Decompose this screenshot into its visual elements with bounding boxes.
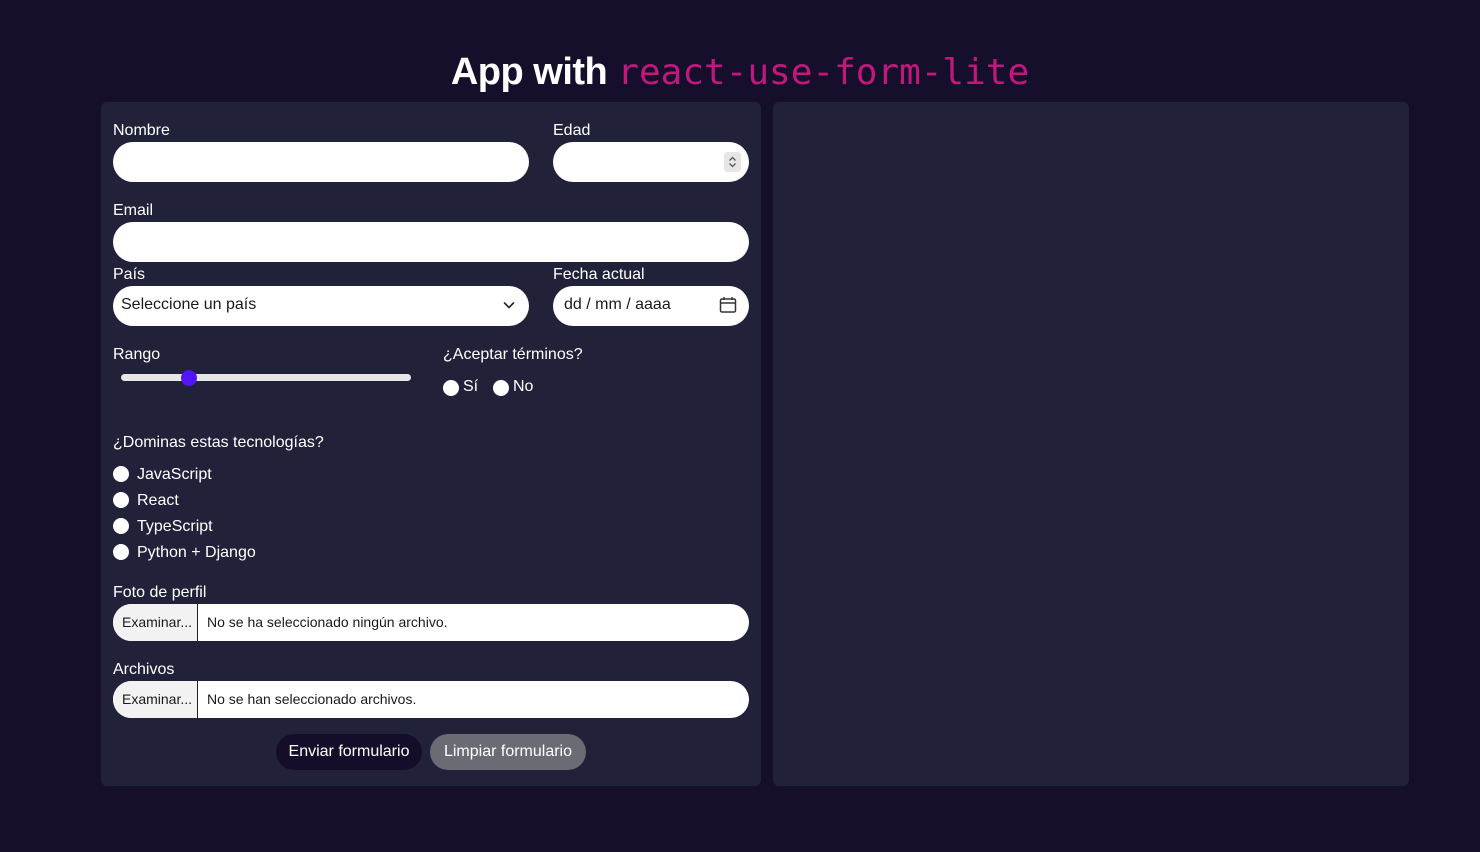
archivos-label: Archivos — [113, 661, 175, 678]
edad-input[interactable] — [553, 142, 749, 182]
foto-browse-button[interactable]: Examinar... — [113, 604, 198, 641]
chevron-down-icon — [503, 302, 515, 309]
archivos-browse-button[interactable]: Examinar... — [113, 681, 198, 718]
terminos-si-label: Sí — [463, 378, 479, 395]
archivos-file-status: No se han seleccionado archivos. — [207, 691, 417, 707]
archivos-file-input[interactable]: Examinar... No se han seleccionado archi… — [113, 681, 749, 718]
tech-typescript-label: TypeScript — [137, 518, 213, 535]
nombre-input[interactable] — [113, 142, 529, 182]
pais-select[interactable]: Seleccione un país — [113, 286, 529, 326]
foto-file-status: No se ha seleccionado ningún archivo. — [207, 614, 448, 630]
tech-react-label: React — [137, 492, 179, 509]
number-spinner[interactable] — [724, 152, 741, 172]
tech-python-django-label: Python + Django — [137, 544, 256, 561]
fecha-input[interactable]: dd / mm / aaaa — [553, 286, 749, 326]
page-title-code: react-use-form-lite — [617, 52, 1030, 93]
tech-javascript-checkbox[interactable] — [113, 466, 129, 482]
terminos-no-label: No — [513, 378, 534, 395]
reset-button[interactable]: Limpiar formulario — [430, 734, 586, 770]
output-panel — [773, 102, 1409, 786]
fecha-placeholder: dd / mm / aaaa — [564, 296, 671, 313]
email-input[interactable] — [113, 222, 749, 262]
terminos-no-radio[interactable] — [493, 380, 509, 396]
rango-slider-track[interactable] — [121, 374, 411, 381]
tech-javascript-label: JavaScript — [137, 466, 212, 483]
fecha-label: Fecha actual — [553, 266, 645, 283]
foto-label: Foto de perfil — [113, 584, 207, 601]
rango-label: Rango — [113, 346, 161, 363]
tech-python-django-checkbox[interactable] — [113, 544, 129, 560]
foto-file-input[interactable]: Examinar... No se ha seleccionado ningún… — [113, 604, 749, 641]
terminos-si-radio[interactable] — [443, 380, 459, 396]
submit-button[interactable]: Enviar formulario — [276, 734, 422, 770]
pais-label: País — [113, 266, 146, 283]
tech-typescript-checkbox[interactable] — [113, 518, 129, 534]
email-label: Email — [113, 202, 154, 219]
nombre-label: Nombre — [113, 122, 170, 139]
chevron-up-down-icon — [729, 156, 736, 168]
tecnologias-label: ¿Dominas estas tecnologías? — [113, 434, 324, 451]
pais-selected-value: Seleccione un país — [121, 296, 257, 313]
page-title-prefix: App with — [450, 51, 608, 93]
edad-label: Edad — [553, 122, 591, 139]
calendar-icon[interactable] — [719, 296, 737, 314]
terminos-label: ¿Aceptar términos? — [443, 346, 583, 363]
page-title: App with react-use-form-lite — [0, 46, 1480, 99]
tech-react-checkbox[interactable] — [113, 492, 129, 508]
